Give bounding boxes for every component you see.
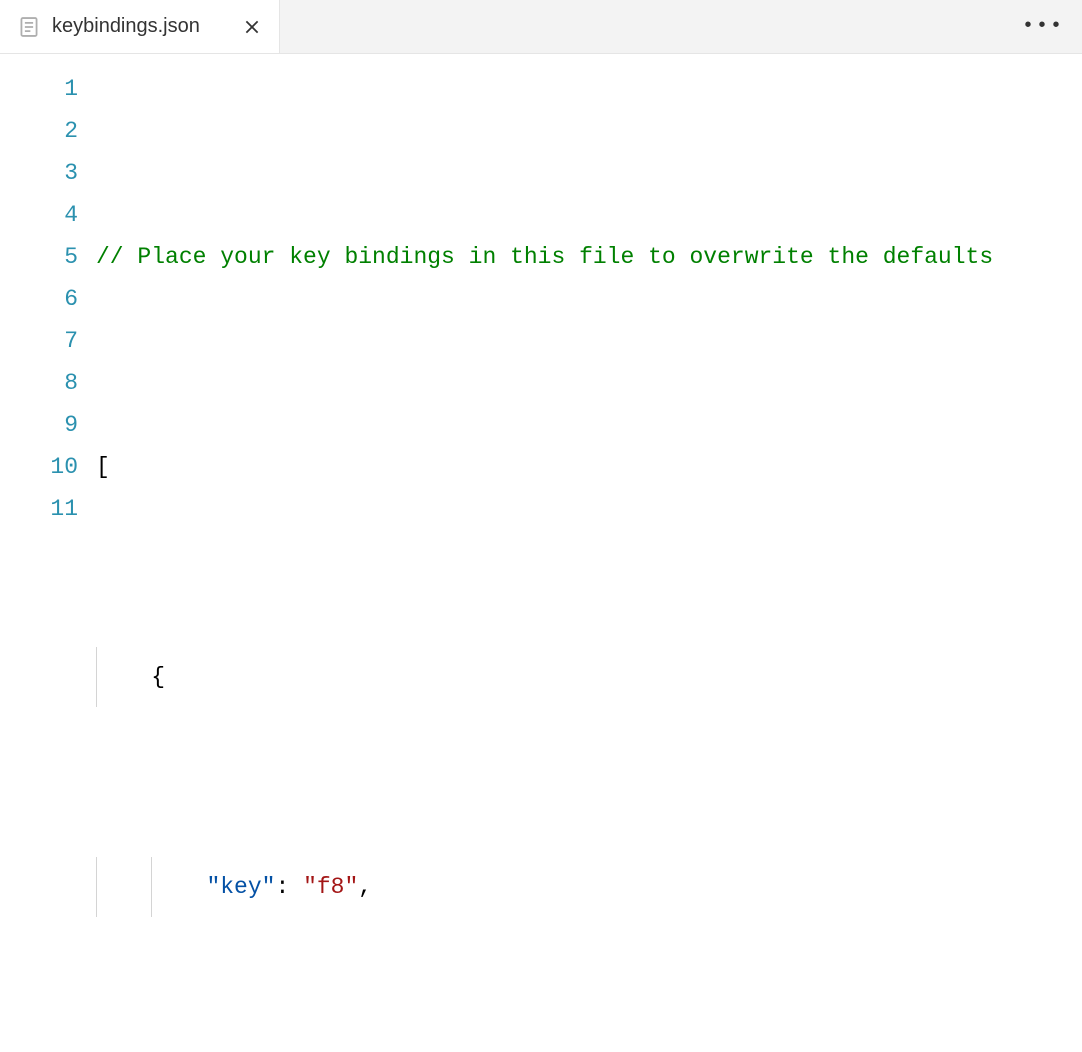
json-string: "f8"	[303, 874, 358, 900]
comment-token: // Place your key bindings in this file …	[96, 244, 993, 270]
comma: ,	[358, 874, 372, 900]
line-number: 8	[0, 362, 78, 404]
line-number: 10	[0, 446, 78, 488]
code-line: {	[96, 656, 1082, 698]
tab-label: keybindings.json	[52, 15, 227, 38]
tab-bar: keybindings.json •••	[0, 0, 1082, 54]
line-number: 7	[0, 320, 78, 362]
tab-overflow-menu[interactable]: •••	[1016, 0, 1070, 53]
code-line: [	[96, 446, 1082, 488]
file-icon	[18, 16, 40, 38]
tab-keybindings[interactable]: keybindings.json	[0, 0, 280, 53]
bracket-open: [	[96, 454, 110, 480]
line-number: 1	[0, 68, 78, 110]
line-number-gutter: 1 2 3 4 5 6 7 8 9 10 11	[0, 54, 96, 526]
line-number: 3	[0, 152, 78, 194]
close-icon[interactable]	[239, 14, 265, 40]
line-number: 6	[0, 278, 78, 320]
code-line: "key": "f8",	[96, 866, 1082, 908]
line-number: 2	[0, 110, 78, 152]
code-line: // Place your key bindings in this file …	[96, 236, 1082, 278]
colon: :	[275, 874, 303, 900]
line-number: 9	[0, 404, 78, 446]
brace-open: {	[151, 664, 165, 690]
line-number: 11	[0, 488, 78, 530]
line-number: 5	[0, 236, 78, 278]
code-editor[interactable]: 1 2 3 4 5 6 7 8 9 10 11 // Place your ke…	[0, 54, 1082, 526]
json-key: "key"	[206, 874, 275, 900]
code-area[interactable]: // Place your key bindings in this file …	[96, 54, 1082, 526]
line-number: 4	[0, 194, 78, 236]
